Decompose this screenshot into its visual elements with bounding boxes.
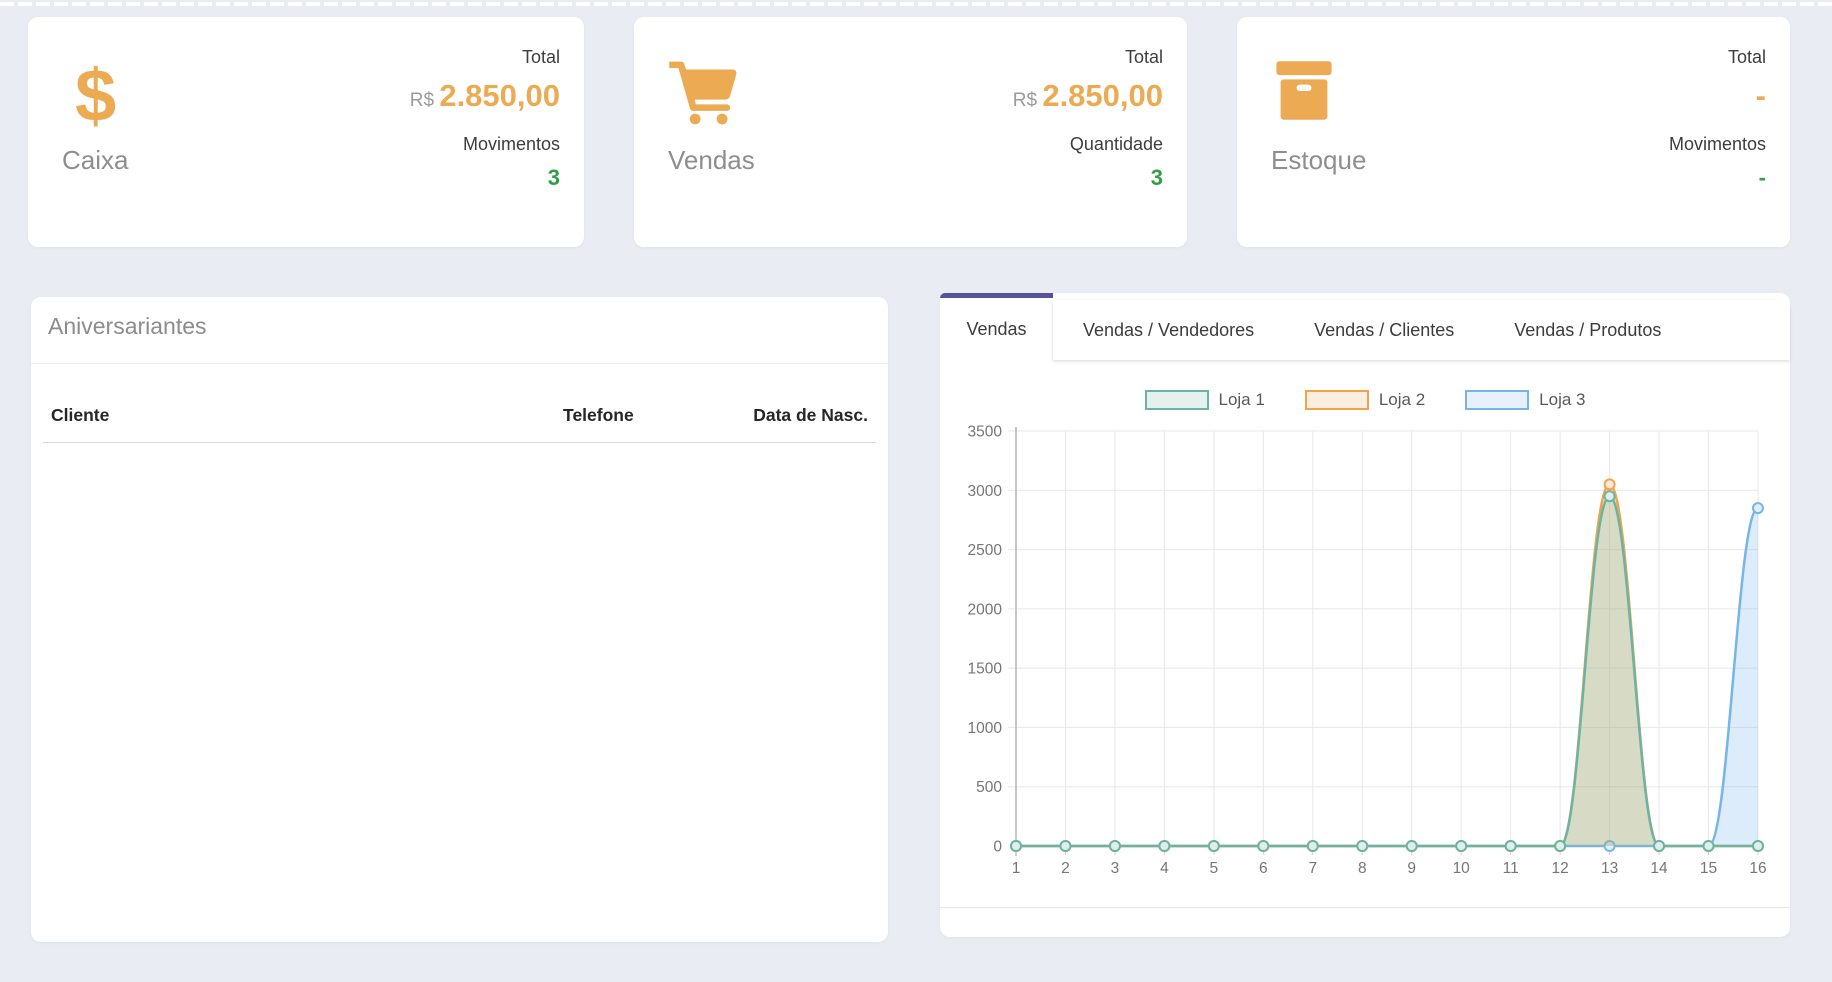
column-header-data-nasc: Data de Nasc. [696,405,868,426]
legend-swatch [1305,390,1369,410]
tab-bar: Vendas / Vendedores Vendas / Clientes Ve… [1053,300,1790,360]
legend-item-loja-3[interactable]: Loja 3 [1465,390,1585,410]
svg-text:2500: 2500 [968,542,1003,559]
caixa-total-value: R$ 2.850,00 [410,78,560,114]
estoque-movimentos-label: Movimentos [1669,134,1766,155]
svg-text:8: 8 [1358,860,1367,877]
vendas-quantidade-label: Quantidade [1013,134,1163,155]
divider [940,907,1790,908]
sales-area-chart[interactable]: 0500100015002000250030003500123456789101… [950,420,1780,890]
svg-text:9: 9 [1407,860,1416,877]
box-icon [1270,59,1348,139]
svg-text:13: 13 [1601,860,1618,877]
chart-legend: Loja 1 Loja 2 Loja 3 [940,385,1790,415]
caixa-total-label: Total [410,47,560,68]
svg-text:1500: 1500 [968,661,1003,678]
svg-text:5: 5 [1210,860,1219,877]
vendas-quantidade-value: 3 [1013,165,1163,191]
dashboard-page: { "colors": { "accent_orange": "#ecaa52"… [0,0,1832,982]
tab-vendas-produtos[interactable]: Vendas / Produtos [1484,300,1691,360]
legend-swatch [1465,390,1529,410]
caixa-movimentos-value: 3 [410,165,560,191]
top-header-edge [0,2,1832,6]
svg-text:10: 10 [1453,860,1471,877]
estoque-total-value: - [1669,78,1766,114]
svg-text:500: 500 [976,779,1002,796]
cart-icon [667,59,745,139]
legend-swatch [1145,390,1209,410]
vendas-chart-panel: Vendas Vendas / Vendedores Vendas / Clie… [940,293,1790,937]
svg-text:3: 3 [1111,860,1120,877]
svg-text:3500: 3500 [968,424,1003,441]
legend-label: Loja 1 [1219,390,1265,410]
vendas-total-label: Total [1013,47,1163,68]
svg-text:15: 15 [1700,860,1717,877]
tab-vendas[interactable]: Vendas [940,298,1053,360]
caixa-movimentos-label: Movimentos [410,134,560,155]
aniversariantes-table-header: Cliente Telefone Data de Nasc. [43,395,876,443]
divider [31,363,888,364]
card-vendas: Vendas Total R$ 2.850,00 Quantidade 3 [634,17,1187,247]
legend-item-loja-2[interactable]: Loja 2 [1305,390,1425,410]
legend-label: Loja 2 [1379,390,1425,410]
estoque-total-label: Total [1669,47,1766,68]
svg-text:2000: 2000 [968,601,1003,618]
svg-text:14: 14 [1650,860,1668,877]
card-estoque: Estoque Total - Movimentos - [1237,17,1790,247]
legend-label: Loja 3 [1539,390,1585,410]
estoque-movimentos-value: - [1669,165,1766,191]
svg-text:11: 11 [1503,860,1519,877]
svg-text:0: 0 [993,839,1002,856]
legend-item-loja-1[interactable]: Loja 1 [1145,390,1265,410]
svg-text:1: 1 [1012,860,1021,877]
svg-text:2: 2 [1061,860,1070,877]
column-header-telefone: Telefone [500,405,696,426]
dollar-icon: $ [61,59,139,139]
svg-text:12: 12 [1552,860,1569,877]
svg-text:3000: 3000 [968,483,1003,500]
tab-vendas-vendedores[interactable]: Vendas / Vendedores [1053,300,1284,360]
vendas-total-value: R$ 2.850,00 [1013,78,1163,114]
column-header-cliente: Cliente [51,405,500,426]
svg-text:6: 6 [1259,860,1268,877]
card-caixa-label: Caixa [62,145,128,176]
aniversariantes-title: Aniversariantes [48,313,207,340]
card-vendas-label: Vendas [668,145,755,176]
svg-text:4: 4 [1160,860,1169,877]
aniversariantes-panel: Aniversariantes Cliente Telefone Data de… [31,297,888,942]
svg-text:7: 7 [1308,860,1317,877]
svg-text:16: 16 [1749,860,1766,877]
card-caixa: $ Caixa Total R$ 2.850,00 Movimentos 3 [28,17,584,247]
svg-text:1000: 1000 [968,720,1003,737]
tab-vendas-clientes[interactable]: Vendas / Clientes [1284,300,1484,360]
card-estoque-label: Estoque [1271,145,1366,176]
